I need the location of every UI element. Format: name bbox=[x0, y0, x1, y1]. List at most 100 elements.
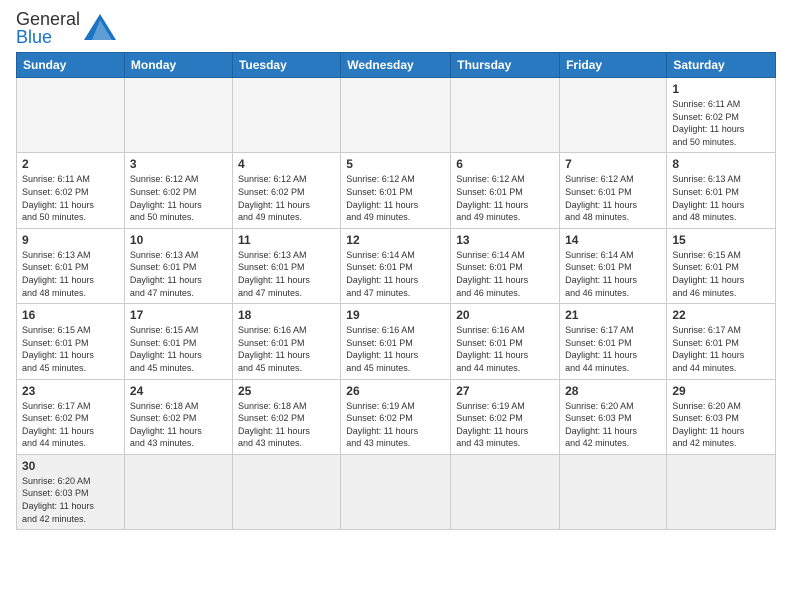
day-number: 1 bbox=[672, 82, 770, 96]
day-cell: 15 Sunrise: 6:15 AM Sunset: 6:01 PM Dayli… bbox=[667, 228, 776, 303]
day-cell bbox=[232, 454, 340, 529]
day-info: Sunrise: 6:15 AM Sunset: 6:01 PM Dayligh… bbox=[130, 324, 227, 374]
day-info: Sunrise: 6:20 AM Sunset: 6:03 PM Dayligh… bbox=[22, 475, 119, 525]
day-number: 24 bbox=[130, 384, 227, 398]
day-number: 22 bbox=[672, 308, 770, 322]
day-number: 17 bbox=[130, 308, 227, 322]
page: General Blue SundayMondayTuesdayWednesda… bbox=[0, 0, 792, 612]
day-info: Sunrise: 6:14 AM Sunset: 6:01 PM Dayligh… bbox=[565, 249, 661, 299]
day-cell bbox=[341, 78, 451, 153]
day-number: 21 bbox=[565, 308, 661, 322]
day-cell: 10 Sunrise: 6:13 AM Sunset: 6:01 PM Dayli… bbox=[124, 228, 232, 303]
day-number: 27 bbox=[456, 384, 554, 398]
day-info: Sunrise: 6:12 AM Sunset: 6:01 PM Dayligh… bbox=[346, 173, 445, 223]
day-cell: 9 Sunrise: 6:13 AM Sunset: 6:01 PM Daylig… bbox=[17, 228, 125, 303]
day-cell: 7 Sunrise: 6:12 AM Sunset: 6:01 PM Daylig… bbox=[560, 153, 667, 228]
day-number: 8 bbox=[672, 157, 770, 171]
week-row-4: 16 Sunrise: 6:15 AM Sunset: 6:01 PM Dayli… bbox=[17, 304, 776, 379]
day-cell: 21Sunrise: 6:17 AM Sunset: 6:01 PM Dayli… bbox=[560, 304, 667, 379]
day-number: 26 bbox=[346, 384, 445, 398]
day-cell: 1 Sunrise: 6:11 AM Sunset: 6:02 PM Daylig… bbox=[667, 78, 776, 153]
day-number: 13 bbox=[456, 233, 554, 247]
day-number: 7 bbox=[565, 157, 661, 171]
day-info: Sunrise: 6:14 AM Sunset: 6:01 PM Dayligh… bbox=[346, 249, 445, 299]
weekday-header-wednesday: Wednesday bbox=[341, 53, 451, 78]
day-number: 4 bbox=[238, 157, 335, 171]
day-info: Sunrise: 6:19 AM Sunset: 6:02 PM Dayligh… bbox=[346, 400, 445, 450]
day-number: 18 bbox=[238, 308, 335, 322]
logo-blue: Blue bbox=[16, 27, 52, 47]
weekday-header-thursday: Thursday bbox=[451, 53, 560, 78]
header: General Blue bbox=[16, 10, 776, 46]
day-cell bbox=[341, 454, 451, 529]
day-cell: 30 Sunrise: 6:20 AM Sunset: 6:03 PM Dayli… bbox=[17, 454, 125, 529]
weekday-header-row: SundayMondayTuesdayWednesdayThursdayFrid… bbox=[17, 53, 776, 78]
day-cell bbox=[451, 454, 560, 529]
weekday-header-sunday: Sunday bbox=[17, 53, 125, 78]
day-cell: 8 Sunrise: 6:13 AM Sunset: 6:01 PM Daylig… bbox=[667, 153, 776, 228]
day-info: Sunrise: 6:13 AM Sunset: 6:01 PM Dayligh… bbox=[22, 249, 119, 299]
day-cell bbox=[17, 78, 125, 153]
day-cell: 19 Sunrise: 6:16 AM Sunset: 6:01 PM Dayli… bbox=[341, 304, 451, 379]
day-number: 16 bbox=[22, 308, 119, 322]
day-info: Sunrise: 6:16 AM Sunset: 6:01 PM Dayligh… bbox=[346, 324, 445, 374]
day-cell: 6 Sunrise: 6:12 AM Sunset: 6:01 PM Daylig… bbox=[451, 153, 560, 228]
day-cell: 23 Sunrise: 6:17 AM Sunset: 6:02 PM Dayli… bbox=[17, 379, 125, 454]
day-number: 6 bbox=[456, 157, 554, 171]
day-info: Sunrise: 6:15 AM Sunset: 6:01 PM Dayligh… bbox=[672, 249, 770, 299]
day-number: 5 bbox=[346, 157, 445, 171]
week-row-6: 30 Sunrise: 6:20 AM Sunset: 6:03 PM Dayli… bbox=[17, 454, 776, 529]
day-cell: 13 Sunrise: 6:14 AM Sunset: 6:01 PM Dayli… bbox=[451, 228, 560, 303]
day-cell: 22 Sunrise: 6:17 AM Sunset: 6:01 PM Dayli… bbox=[667, 304, 776, 379]
day-cell: 5 Sunrise: 6:12 AM Sunset: 6:01 PM Daylig… bbox=[341, 153, 451, 228]
day-number: 19 bbox=[346, 308, 445, 322]
day-number: 23 bbox=[22, 384, 119, 398]
day-number: 11 bbox=[238, 233, 335, 247]
day-cell bbox=[124, 78, 232, 153]
day-number: 9 bbox=[22, 233, 119, 247]
day-number: 15 bbox=[672, 233, 770, 247]
day-info: Sunrise: 6:13 AM Sunset: 6:01 PM Dayligh… bbox=[130, 249, 227, 299]
day-number: 20 bbox=[456, 308, 554, 322]
day-info: Sunrise: 6:12 AM Sunset: 6:02 PM Dayligh… bbox=[130, 173, 227, 223]
day-number: 10 bbox=[130, 233, 227, 247]
day-cell: 17 Sunrise: 6:15 AM Sunset: 6:01 PM Dayli… bbox=[124, 304, 232, 379]
day-cell: 4Sunrise: 6:12 AM Sunset: 6:02 PM Daylig… bbox=[232, 153, 340, 228]
day-cell bbox=[451, 78, 560, 153]
weekday-header-saturday: Saturday bbox=[667, 53, 776, 78]
weekday-header-tuesday: Tuesday bbox=[232, 53, 340, 78]
day-cell: 3 Sunrise: 6:12 AM Sunset: 6:02 PM Daylig… bbox=[124, 153, 232, 228]
day-info: Sunrise: 6:12 AM Sunset: 6:01 PM Dayligh… bbox=[565, 173, 661, 223]
day-number: 28 bbox=[565, 384, 661, 398]
day-info: Sunrise: 6:11 AM Sunset: 6:02 PM Dayligh… bbox=[672, 98, 770, 148]
day-cell: 26 Sunrise: 6:19 AM Sunset: 6:02 PM Dayli… bbox=[341, 379, 451, 454]
day-info: Sunrise: 6:17 AM Sunset: 6:02 PM Dayligh… bbox=[22, 400, 119, 450]
day-number: 12 bbox=[346, 233, 445, 247]
logo: General Blue bbox=[16, 10, 118, 46]
day-cell: 29Sunrise: 6:20 AM Sunset: 6:03 PM Dayli… bbox=[667, 379, 776, 454]
day-number: 30 bbox=[22, 459, 119, 473]
day-cell: 12 Sunrise: 6:14 AM Sunset: 6:01 PM Dayli… bbox=[341, 228, 451, 303]
day-number: 29 bbox=[672, 384, 770, 398]
day-info: Sunrise: 6:18 AM Sunset: 6:02 PM Dayligh… bbox=[130, 400, 227, 450]
logo-general: General bbox=[16, 9, 80, 29]
day-number: 25 bbox=[238, 384, 335, 398]
day-info: Sunrise: 6:17 AM Sunset: 6:01 PM Dayligh… bbox=[672, 324, 770, 374]
day-info: Sunrise: 6:18 AM Sunset: 6:02 PM Dayligh… bbox=[238, 400, 335, 450]
day-cell bbox=[124, 454, 232, 529]
day-cell: 11 Sunrise: 6:13 AM Sunset: 6:01 PM Dayli… bbox=[232, 228, 340, 303]
day-info: Sunrise: 6:12 AM Sunset: 6:01 PM Dayligh… bbox=[456, 173, 554, 223]
weekday-header-monday: Monday bbox=[124, 53, 232, 78]
week-row-2: 2Sunrise: 6:11 AM Sunset: 6:02 PM Daylig… bbox=[17, 153, 776, 228]
day-number: 3 bbox=[130, 157, 227, 171]
logo-icon bbox=[82, 12, 118, 44]
day-cell bbox=[667, 454, 776, 529]
day-info: Sunrise: 6:19 AM Sunset: 6:02 PM Dayligh… bbox=[456, 400, 554, 450]
day-info: Sunrise: 6:15 AM Sunset: 6:01 PM Dayligh… bbox=[22, 324, 119, 374]
calendar-table: SundayMondayTuesdayWednesdayThursdayFrid… bbox=[16, 52, 776, 530]
day-info: Sunrise: 6:13 AM Sunset: 6:01 PM Dayligh… bbox=[672, 173, 770, 223]
day-info: Sunrise: 6:13 AM Sunset: 6:01 PM Dayligh… bbox=[238, 249, 335, 299]
weekday-header-friday: Friday bbox=[560, 53, 667, 78]
day-info: Sunrise: 6:14 AM Sunset: 6:01 PM Dayligh… bbox=[456, 249, 554, 299]
day-cell: 28Sunrise: 6:20 AM Sunset: 6:03 PM Dayli… bbox=[560, 379, 667, 454]
